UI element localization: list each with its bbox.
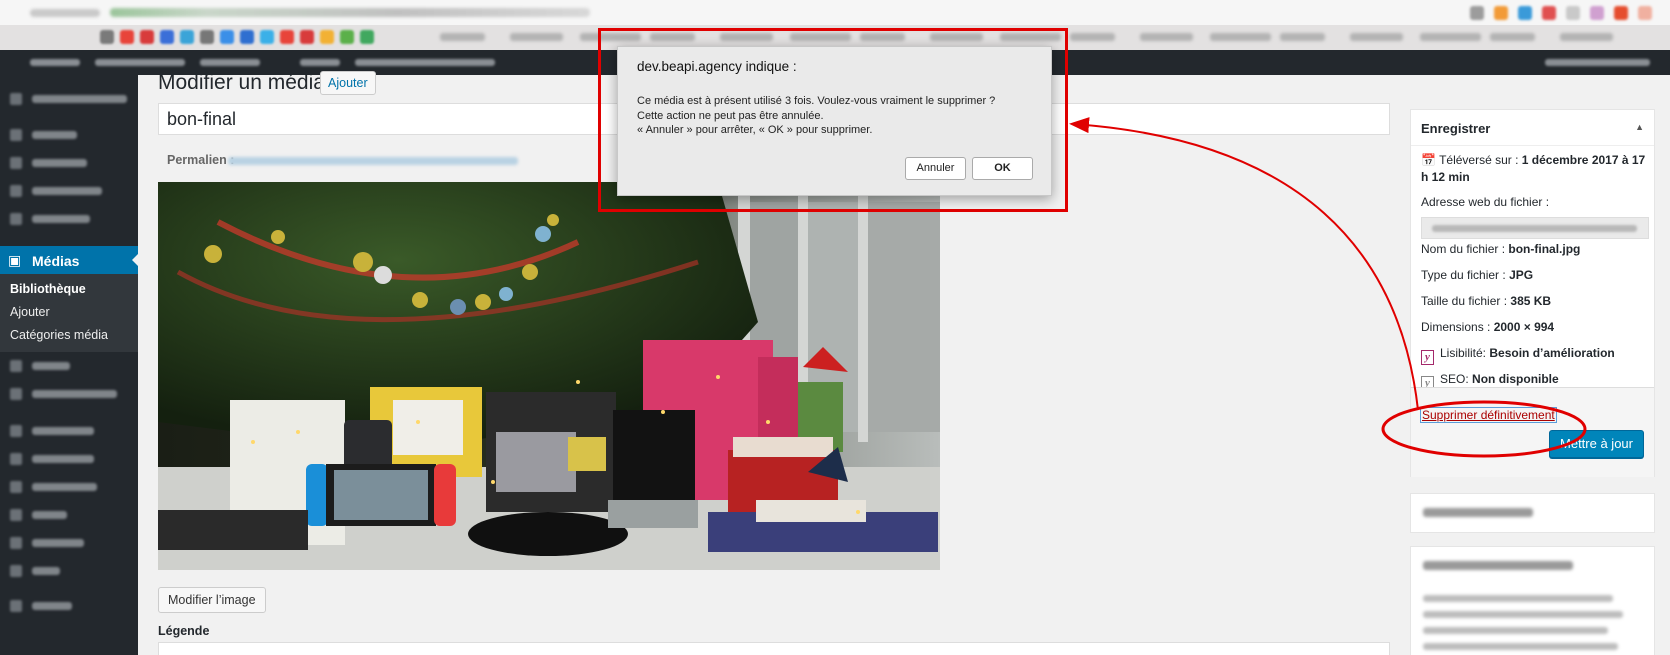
dimensions-row: Dimensions : 2000 × 994 xyxy=(1421,320,1555,334)
caption-label: Légende xyxy=(158,624,210,638)
bookmark-icon[interactable] xyxy=(100,30,114,44)
dialog-title: dev.beapi.agency indique : xyxy=(637,59,797,74)
admin-bar-item[interactable] xyxy=(355,59,495,66)
bookmark-icon[interactable] xyxy=(160,30,174,44)
admin-bar-account[interactable] xyxy=(1545,59,1650,66)
bookmark-item[interactable] xyxy=(1280,33,1325,41)
bookmark-icon[interactable] xyxy=(260,30,274,44)
media-categories-metabox[interactable] xyxy=(1410,493,1655,533)
browser-extension-icon[interactable] xyxy=(1470,6,1484,20)
dialog-message: Ce média est à présent utilisé 3 fois. V… xyxy=(637,95,996,136)
bookmark-item[interactable] xyxy=(1350,33,1403,41)
readability-row: y Lisibilité: Besoin d’amélioration xyxy=(1421,345,1649,365)
calendar-icon: 📅 xyxy=(1421,153,1436,167)
window-controls[interactable] xyxy=(30,9,100,17)
permalink-url[interactable] xyxy=(228,157,518,165)
delete-permanently-link[interactable]: Supprimer définitivement xyxy=(1420,407,1557,423)
filetype-row: Type du fichier : JPG xyxy=(1421,268,1534,282)
bookmark-item[interactable] xyxy=(440,33,485,41)
edit-image-button[interactable]: Modifier l’image xyxy=(158,587,266,613)
save-metabox-header[interactable]: Enregistrer ▲ xyxy=(1411,110,1654,146)
bookmark-icon[interactable] xyxy=(280,30,294,44)
save-metabox: Enregistrer ▲ 📅 Téléversé sur : 1 décemb… xyxy=(1410,109,1655,477)
save-metabox-actions: Supprimer définitivement Mettre à jour xyxy=(1411,387,1654,477)
file-url-label: Adresse web du fichier : xyxy=(1421,195,1550,209)
yoast-icon: y xyxy=(1421,350,1434,365)
bookmark-item[interactable] xyxy=(1560,33,1613,41)
admin-bar-item[interactable] xyxy=(300,59,340,66)
browser-extension-icon[interactable] xyxy=(1494,6,1508,20)
address-bar[interactable] xyxy=(110,8,590,17)
filesize-row: Taille du fichier : 385 KB xyxy=(1421,294,1552,308)
browser-extension-icon[interactable] xyxy=(1590,6,1604,20)
caption-textarea[interactable] xyxy=(158,642,1390,655)
file-url-field[interactable] xyxy=(1421,217,1649,239)
permalink-label: Permalien : xyxy=(167,153,235,167)
bookmark-item[interactable] xyxy=(1070,33,1115,41)
submenu-add[interactable]: Ajouter xyxy=(10,305,50,319)
dialog-cancel-button[interactable]: Annuler xyxy=(905,157,966,180)
filename-row: Nom du fichier : bon-final.jpg xyxy=(1421,242,1581,256)
bookmark-icon[interactable] xyxy=(180,30,194,44)
media-preview-image xyxy=(158,182,940,570)
sidebar-item-medias[interactable]: ▣ Médias xyxy=(0,246,139,274)
admin-bar-item[interactable] xyxy=(30,59,80,66)
submenu-library[interactable]: Bibliothèque xyxy=(10,282,86,296)
bookmark-icon[interactable] xyxy=(200,30,214,44)
dialog-ok-button[interactable]: OK xyxy=(972,157,1033,180)
media-icon: ▣ xyxy=(8,252,22,268)
collapse-arrow-icon[interactable]: ▲ xyxy=(1635,122,1644,132)
bookmark-icon[interactable] xyxy=(360,30,374,44)
bookmark-icon[interactable] xyxy=(340,30,354,44)
bookmark-icon[interactable] xyxy=(240,30,254,44)
bookmark-icon[interactable] xyxy=(120,30,134,44)
bookmark-item[interactable] xyxy=(1420,33,1481,41)
add-media-button[interactable]: Ajouter xyxy=(320,71,376,95)
sidebar-item-label: Médias xyxy=(32,253,80,269)
bookmark-item[interactable] xyxy=(1490,33,1535,41)
browser-extension-icon[interactable] xyxy=(1566,6,1580,20)
browser-confirm-dialog: dev.beapi.agency indique : Ce média est … xyxy=(617,46,1052,196)
save-metabox-title: Enregistrer xyxy=(1421,121,1491,136)
admin-sidebar: ▣ Médias Bibliothèque Ajouter Catégories… xyxy=(0,75,139,655)
bookmark-item[interactable] xyxy=(1140,33,1193,41)
browser-address-row xyxy=(0,0,1670,25)
bookmark-icon[interactable] xyxy=(320,30,334,44)
sync-metabox[interactable] xyxy=(1410,546,1655,655)
submenu-categories[interactable]: Catégories média xyxy=(10,328,108,342)
upload-date: 📅 Téléversé sur : 1 décembre 2017 à 17 h… xyxy=(1421,153,1646,184)
christmas-tree-photo xyxy=(158,182,940,570)
browser-extension-icon[interactable] xyxy=(1638,6,1652,20)
bookmark-icon[interactable] xyxy=(300,30,314,44)
update-button[interactable]: Mettre à jour xyxy=(1549,430,1644,458)
browser-extension-icon[interactable] xyxy=(1614,6,1628,20)
page-title: Modifier un média xyxy=(158,71,325,94)
browser-extension-icon[interactable] xyxy=(1542,6,1556,20)
admin-bar-item[interactable] xyxy=(95,59,185,66)
browser-extension-icon[interactable] xyxy=(1518,6,1532,20)
bookmark-icon[interactable] xyxy=(220,30,234,44)
bookmark-icon[interactable] xyxy=(140,30,154,44)
admin-bar-item[interactable] xyxy=(200,59,260,66)
bookmark-item[interactable] xyxy=(510,33,563,41)
bookmark-item[interactable] xyxy=(1210,33,1271,41)
medias-submenu: Bibliothèque Ajouter Catégories média xyxy=(0,274,138,352)
